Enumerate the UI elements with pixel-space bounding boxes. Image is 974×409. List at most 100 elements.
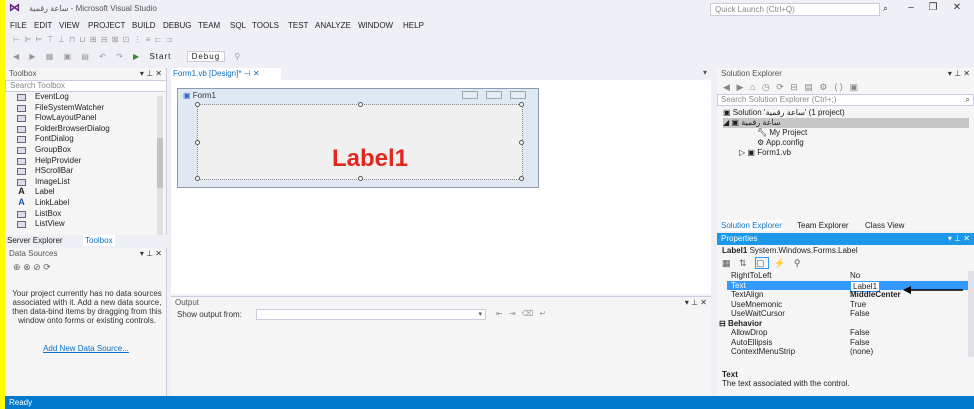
history-icon[interactable]: ◷	[762, 82, 772, 92]
menu-file[interactable]: FILE	[10, 19, 27, 32]
refresh-icon[interactable]: ⟳	[43, 262, 51, 272]
close-icon[interactable]: ✕	[253, 69, 260, 78]
toolbox-item[interactable]: A LinkLabel	[5, 197, 155, 209]
menu-test[interactable]: TEST	[288, 19, 308, 32]
new-project-icon[interactable]: ▦	[46, 50, 55, 63]
properties-object-selector[interactable]: Label1 System.Windows.Forms.Label	[722, 246, 858, 255]
menu-view[interactable]: VIEW	[59, 19, 79, 32]
toolbox-item[interactable]: ListView	[5, 219, 155, 230]
close-icon[interactable]: ✕	[949, 1, 965, 15]
menu-edit[interactable]: EDIT	[34, 19, 52, 32]
property-value[interactable]: No	[850, 271, 860, 281]
toolbox-item[interactable]: FlowLayoutPanel	[5, 113, 155, 124]
pin-icon[interactable]: ▾ ⊥ ✕	[685, 297, 707, 309]
save-icon[interactable]: ▣	[64, 50, 73, 63]
property-row[interactable]: UseMnemonic True	[727, 300, 969, 310]
menu-project[interactable]: PROJECT	[88, 19, 125, 32]
toolbox-item[interactable]: FolderBrowserDialog	[5, 124, 155, 135]
configure-icon[interactable]: ⊘	[33, 262, 41, 272]
tree-project[interactable]: ◢ ▣ ساعة رقمية	[723, 118, 969, 128]
property-row[interactable]: AllowDrop False	[727, 328, 969, 338]
menu-debug[interactable]: DEBUG	[163, 19, 191, 32]
property-value[interactable]: True	[850, 300, 866, 310]
tab-dropdown-icon[interactable]: ▾	[703, 68, 707, 77]
solution-config-select[interactable]: Debug	[186, 51, 226, 62]
menu-window[interactable]: WINDOW	[358, 19, 393, 32]
tab-team-explorer[interactable]: Team Explorer	[797, 220, 849, 231]
menu-build[interactable]: BUILD	[132, 19, 156, 32]
back-icon[interactable]: ◀	[13, 50, 20, 63]
property-value[interactable]: MiddleCenter	[850, 290, 901, 300]
toolbox-item[interactable]: ImageList	[5, 177, 155, 188]
search-icon[interactable]: ⌕	[883, 3, 888, 14]
properties-scrollbar[interactable]	[968, 271, 974, 357]
toolbox-item[interactable]: A Label	[5, 187, 155, 198]
start-button[interactable]: ▶ Start	[133, 50, 177, 63]
toolbox-item[interactable]: GroupBox	[5, 145, 155, 156]
home-icon[interactable]: ⌂	[750, 82, 757, 92]
tree-form1[interactable]: ▷ ▣ Form1.vb	[739, 148, 791, 158]
pin-icon[interactable]: ▾ ⊥ ✕	[140, 248, 162, 260]
go-to-previous-icon[interactable]: ⇤	[496, 309, 505, 318]
toolbox-item[interactable]: FontDialog	[5, 134, 155, 145]
property-value[interactable]: False	[850, 338, 870, 348]
restore-icon[interactable]: ❐	[925, 1, 941, 15]
tab-solution-explorer[interactable]: Solution Explorer	[721, 220, 782, 231]
resize-handle[interactable]	[358, 176, 363, 181]
refresh-icon[interactable]: ⟳	[776, 82, 786, 92]
tree-my-project[interactable]: 🔧︎ My Project	[757, 128, 807, 138]
tab-form1-design[interactable]: Form1.vb [Design]* ⊣ ✕	[171, 68, 281, 80]
property-pages-icon[interactable]: ⚲	[794, 258, 804, 268]
label1-control[interactable]: Label1	[195, 102, 524, 181]
toolbox-search-input[interactable]: Search Toolbox	[5, 80, 167, 92]
pin-icon[interactable]: ▾ ⊥ ✕	[140, 68, 162, 80]
property-value[interactable]: (none)	[850, 347, 873, 357]
solution-explorer-search-input[interactable]: Search Solution Explorer (Ctrl+;) ⌕	[717, 94, 974, 106]
tab-server-explorer[interactable]: Server Explorer	[7, 235, 63, 246]
show-all-files-icon[interactable]: ▤	[804, 82, 815, 92]
resize-handle[interactable]	[195, 140, 200, 145]
resize-handle[interactable]	[195, 176, 200, 181]
forward-icon[interactable]: ▶	[736, 82, 745, 92]
expand-arrow-icon[interactable]: ▷	[739, 148, 745, 157]
add-data-source-icon[interactable]: ⊕	[13, 262, 21, 272]
find-icon[interactable]: ⚲	[234, 50, 241, 63]
property-row[interactable]: UseWaitCursor False	[727, 309, 969, 319]
properties-view-icon[interactable]: ▢	[755, 257, 769, 269]
expand-icon[interactable]: ◢	[723, 118, 729, 127]
property-row[interactable]: ContextMenuStrip (none)	[727, 347, 969, 357]
property-value[interactable]: False	[850, 328, 870, 338]
save-all-icon[interactable]: ▤	[81, 50, 90, 63]
resize-handle[interactable]	[519, 102, 524, 107]
tree-solution[interactable]: ▣ Solution 'ساعة رقمية' (1 project)	[723, 108, 845, 118]
toolbox-item[interactable]: FileSystemWatcher	[5, 103, 155, 114]
pin-icon[interactable]: ▾ ⊥ ✕	[948, 233, 970, 245]
property-row[interactable]: RightToLeft No	[727, 271, 969, 281]
resize-handle[interactable]	[519, 140, 524, 145]
resize-handle[interactable]	[519, 176, 524, 181]
output-source-select[interactable]: ▾	[256, 309, 486, 320]
redo-icon[interactable]: ↷	[116, 50, 124, 63]
edit-dataset-icon[interactable]: ⊗	[23, 262, 31, 272]
toolbox-scroll-thumb[interactable]	[157, 138, 163, 188]
pin-icon[interactable]: ▾ ⊥ ✕	[948, 68, 970, 80]
categorized-icon[interactable]: ▦	[722, 258, 734, 268]
undo-icon[interactable]: ↶	[99, 50, 107, 63]
menu-analyze[interactable]: ANALYZE	[315, 19, 351, 32]
property-category[interactable]: ⊟ Behavior	[719, 319, 961, 329]
collapse-icon[interactable]: ⊟	[719, 319, 726, 328]
menu-help[interactable]: HELP	[403, 19, 424, 32]
menu-team[interactable]: TEAM	[198, 19, 220, 32]
tree-app-config[interactable]: ⚙ App.config	[757, 138, 804, 148]
resize-handle[interactable]	[195, 102, 200, 107]
property-value[interactable]: False	[850, 309, 870, 319]
alphabetical-icon[interactable]: ⇅	[739, 258, 750, 268]
tab-class-view[interactable]: Class View	[865, 220, 904, 231]
quick-launch-input[interactable]: Quick Launch (Ctrl+Q)	[710, 3, 880, 16]
tab-toolbox[interactable]: Toolbox	[83, 235, 115, 246]
toolbox-item[interactable]: ListBox	[5, 209, 155, 220]
view-designer-icon[interactable]: ▣	[850, 82, 861, 92]
back-icon[interactable]: ◀	[723, 82, 732, 92]
pin-icon[interactable]: ⊣	[244, 69, 251, 78]
toolbox-item[interactable]: EventLog	[5, 92, 155, 103]
